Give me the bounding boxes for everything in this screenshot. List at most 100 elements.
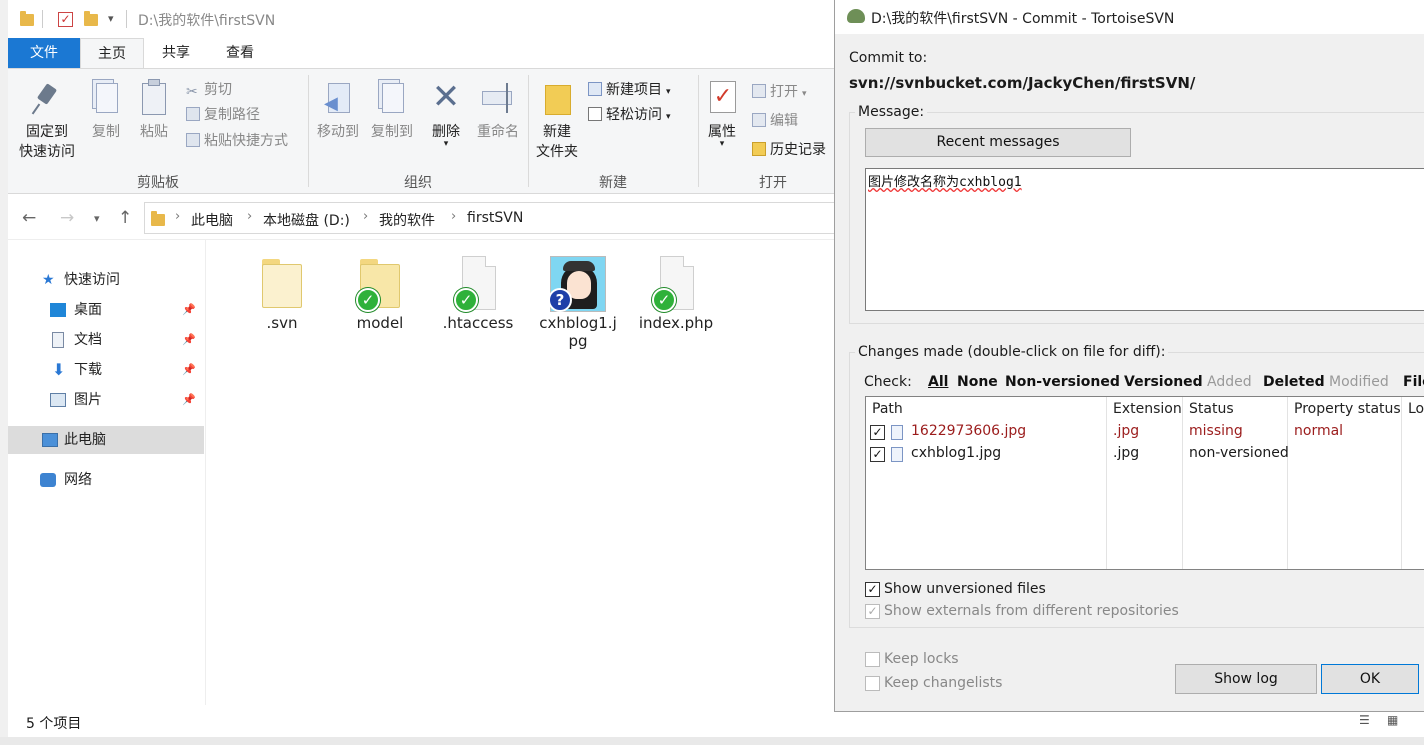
paste-button[interactable]: 粘贴 <box>132 79 176 141</box>
tab-file[interactable]: 文件 <box>8 38 80 68</box>
pin-icon[interactable]: 📌 <box>182 386 196 414</box>
breadcrumb-my-software[interactable]: 我的软件 <box>379 210 435 230</box>
check-modified-link[interactable]: Modified <box>1329 374 1389 390</box>
ok-button[interactable]: OK <box>1321 664 1419 694</box>
tab-home[interactable]: 主页 <box>80 38 144 69</box>
nav-quick-access[interactable]: ★ 快速访问 <box>8 266 204 294</box>
rename-button[interactable]: 重命名 <box>470 79 526 141</box>
nav-desktop-label: 桌面 <box>74 302 102 318</box>
file-name: .htaccess <box>442 314 514 332</box>
breadcrumb-chevron-icon[interactable]: › <box>451 209 456 224</box>
changes-list[interactable]: Path Extension Status Property status Lo… <box>865 396 1424 570</box>
history-label: 历史记录 <box>770 142 826 158</box>
show-unversioned-checkbox[interactable]: ✓ <box>865 582 880 597</box>
tab-view[interactable]: 查看 <box>208 38 272 68</box>
row-checkbox[interactable]: ✓ <box>870 425 885 440</box>
file-item-htaccess[interactable]: ✓ .htaccess <box>428 256 528 332</box>
recent-messages-button[interactable]: Recent messages <box>865 128 1131 157</box>
nav-pictures[interactable]: 图片 📌 <box>8 386 204 414</box>
star-icon: ★ <box>42 272 55 288</box>
quick-access-dropdown-icon[interactable]: ▾ <box>108 12 114 25</box>
paste-shortcut-button[interactable]: 粘贴快捷方式 <box>186 130 288 150</box>
delete-button[interactable]: ✕ 删除 ▾ <box>424 79 468 149</box>
show-externals-checkbox[interactable]: ✓ <box>865 604 880 619</box>
table-row[interactable]: ✓ 1622973606.jpg .jpg missing normal <box>866 423 1424 445</box>
copy-to-button[interactable]: 复制到 <box>364 79 420 141</box>
check-files-link[interactable]: File <box>1403 374 1424 390</box>
column-path[interactable]: Path <box>872 401 903 417</box>
check-versioned-link[interactable]: Versioned <box>1124 374 1203 390</box>
pin-label-line2: 快速访问 <box>19 144 75 160</box>
show-log-button[interactable]: Show log <box>1175 664 1317 694</box>
file-item-svn[interactable]: .svn <box>232 256 332 332</box>
edit-button[interactable]: 编辑 <box>752 110 798 130</box>
nav-documents[interactable]: 文档 📌 <box>8 326 204 354</box>
row-checkbox[interactable]: ✓ <box>870 447 885 462</box>
file-name-line2: pg <box>568 332 588 350</box>
nav-this-pc[interactable]: 此电脑 <box>8 426 204 454</box>
recent-locations-chevron-icon[interactable]: ▾ <box>94 212 100 225</box>
check-none-link[interactable]: None <box>957 374 998 390</box>
copy-button[interactable]: 复制 <box>84 79 128 141</box>
new-item-button[interactable]: 新建项目 ▾ <box>588 79 671 99</box>
history-button[interactable]: 历史记录 <box>752 139 826 159</box>
nav-desktop[interactable]: 桌面 📌 <box>8 296 204 324</box>
file-item-cxhblog1[interactable]: ? cxhblog1.j pg <box>528 256 628 350</box>
file-list-view: .svn ✓ model ✓ .htaccess ? cxhblog1.j pg <box>206 240 838 705</box>
folder-icon: ✓ <box>356 256 402 312</box>
table-row[interactable]: ✓ cxhblog1.jpg .jpg non-versioned <box>866 445 1424 467</box>
address-bar-row: ← → ▾ ↑ › 此电脑 › 本地磁盘 (D:) › 我的软件 › first… <box>8 196 838 240</box>
nav-network-label: 网络 <box>64 472 92 488</box>
scissors-icon: ✂ <box>186 84 198 100</box>
easy-access-button[interactable]: 轻松访问 ▾ <box>588 104 671 124</box>
forward-arrow-icon[interactable]: → <box>60 208 74 228</box>
pin-icon[interactable]: 📌 <box>182 326 196 354</box>
details-view-icon[interactable]: ☰ <box>1359 713 1370 727</box>
pin-icon[interactable]: 📌 <box>182 356 196 384</box>
column-property-status[interactable]: Property status <box>1294 401 1401 417</box>
column-lock[interactable]: Loc <box>1408 401 1424 417</box>
new-folder-quick-icon[interactable] <box>84 11 98 26</box>
check-all-link[interactable]: All <box>928 374 948 390</box>
keep-locks-checkbox[interactable] <box>865 652 880 667</box>
keep-changelists-checkbox[interactable] <box>865 676 880 691</box>
check-nonversioned-link[interactable]: Non-versioned <box>1005 374 1120 390</box>
back-arrow-icon[interactable]: ← <box>22 208 36 228</box>
check-deleted-link[interactable]: Deleted <box>1263 374 1325 390</box>
chevron-down-icon: ▾ <box>666 87 671 97</box>
explorer-titlebar: ✓ ▾ D:\我的软件\firstSVN <box>8 0 838 38</box>
copy-path-label: 复制路径 <box>204 107 260 123</box>
folder-icon <box>20 11 34 26</box>
properties-button[interactable]: ✓ 属性 ▾ <box>702 79 742 149</box>
breadcrumb-firstsvn[interactable]: firstSVN <box>467 210 523 226</box>
breadcrumb-chevron-icon[interactable]: › <box>247 209 252 224</box>
explorer-window: ✓ ▾ D:\我的软件\firstSVN 文件 主页 共享 查看 固定到 快速访… <box>8 0 838 737</box>
up-arrow-icon[interactable]: ↑ <box>118 208 132 228</box>
check-added-link[interactable]: Added <box>1207 374 1252 390</box>
breadcrumb-local-disk[interactable]: 本地磁盘 (D:) <box>263 210 350 230</box>
breadcrumb-chevron-icon[interactable]: › <box>175 209 180 224</box>
nav-network[interactable]: 网络 <box>8 466 204 494</box>
properties-quick-icon[interactable]: ✓ <box>58 12 73 27</box>
pin-to-quick-access-button[interactable]: 固定到 快速访问 <box>14 79 80 161</box>
row-extension: .jpg <box>1113 423 1140 439</box>
show-unversioned-label: Show unversioned files <box>884 581 1046 597</box>
large-icons-view-icon[interactable]: ▦ <box>1387 713 1398 727</box>
breadcrumb-chevron-icon[interactable]: › <box>363 209 368 224</box>
new-folder-button[interactable]: 新建 文件夹 <box>532 79 582 161</box>
move-to-button[interactable]: ◀ 移动到 <box>312 79 364 141</box>
column-extension[interactable]: Extension <box>1113 401 1182 417</box>
copy-path-button[interactable]: 复制路径 <box>186 104 260 124</box>
pin-icon[interactable]: 📌 <box>182 296 196 324</box>
tab-share[interactable]: 共享 <box>144 38 208 68</box>
file-item-index-php[interactable]: ✓ index.php <box>626 256 726 332</box>
properties-check-icon: ✓ <box>706 79 738 117</box>
breadcrumb-this-pc[interactable]: 此电脑 <box>191 210 233 230</box>
commit-message-input[interactable]: 图片修改名称为cxhblog1 <box>865 168 1424 311</box>
cut-button[interactable]: ✂ 剪切 <box>186 79 232 100</box>
column-status[interactable]: Status <box>1189 401 1234 417</box>
address-box[interactable]: › 此电脑 › 本地磁盘 (D:) › 我的软件 › firstSVN <box>144 202 838 234</box>
nav-downloads[interactable]: ⬇ 下载 📌 <box>8 356 204 384</box>
file-item-model[interactable]: ✓ model <box>330 256 430 332</box>
open-button[interactable]: 打开 ▾ <box>752 81 807 101</box>
